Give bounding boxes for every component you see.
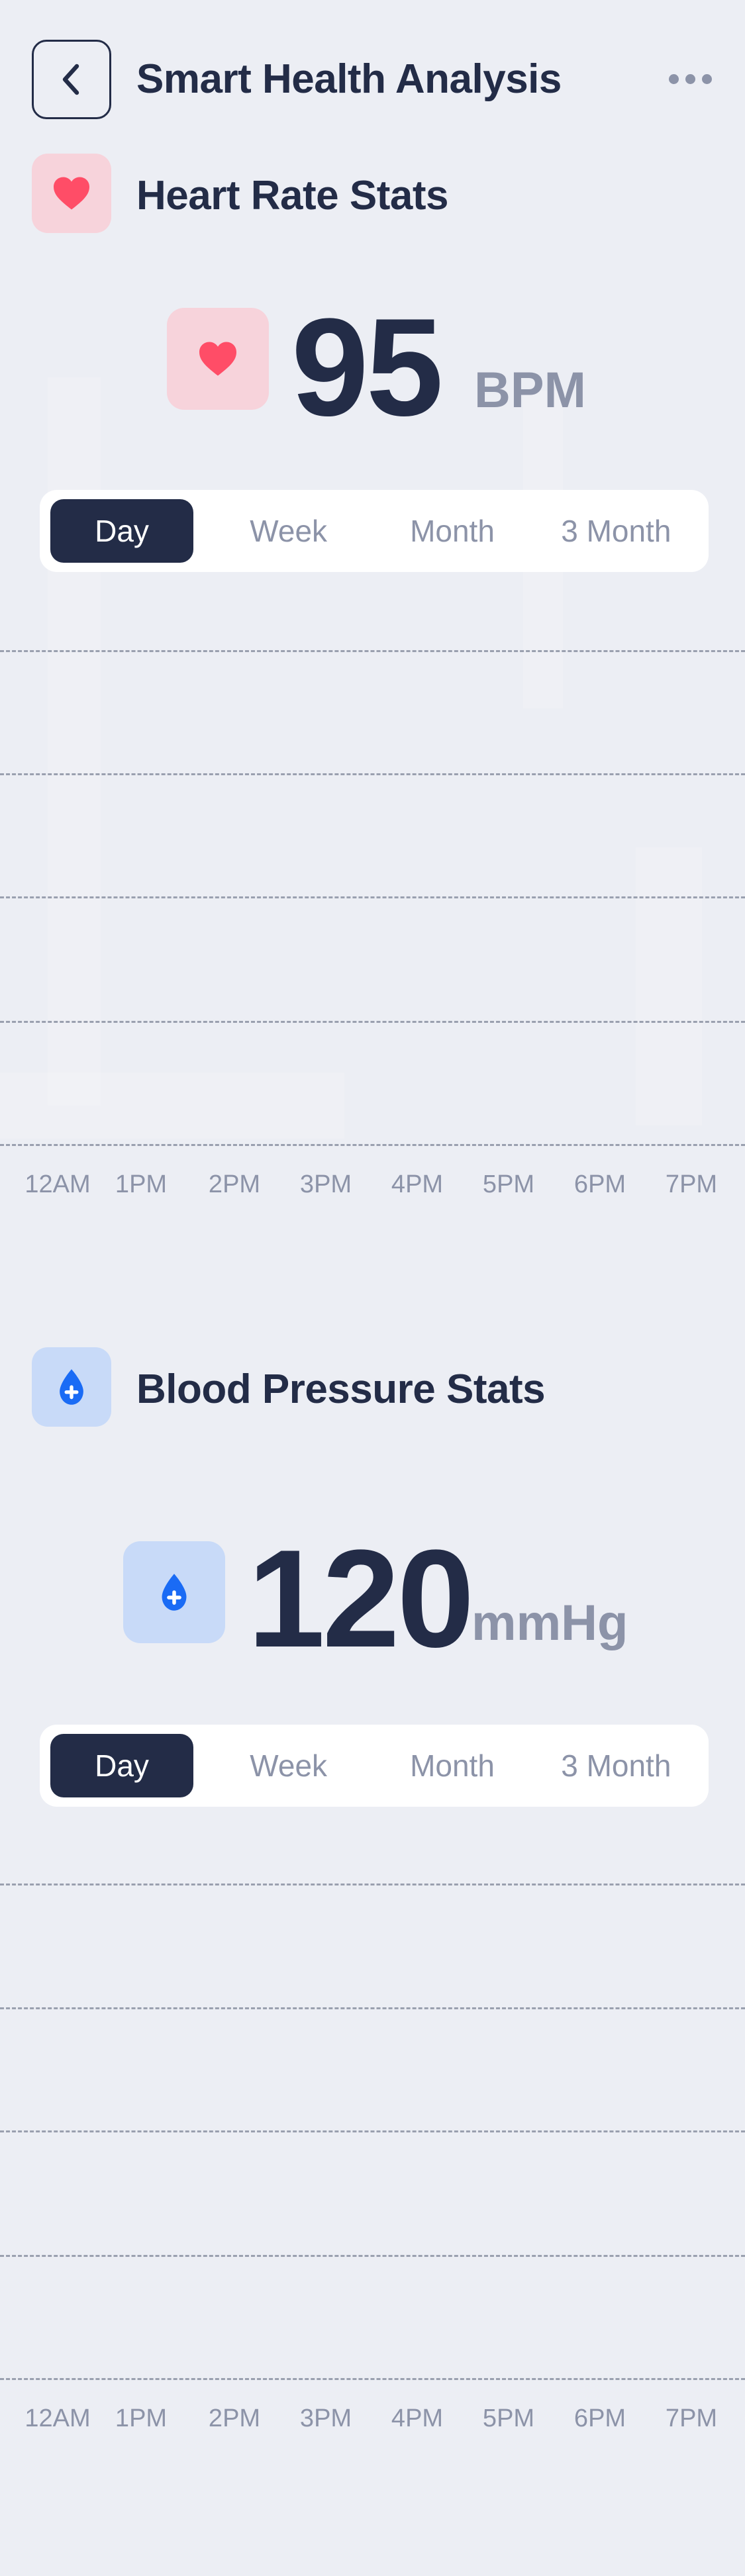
blood-drop-plus-icon [60, 1369, 83, 1405]
heart-rate-range-tabs: Day Week Month 3 Month [40, 490, 709, 572]
x-tick-label: 12AM [25, 1170, 91, 1198]
blood-pressure-value-icon [123, 1541, 225, 1643]
heart-rate-unit: BPM [474, 362, 586, 418]
blood-pressure-x-axis: 12AM 1PM 2PM 3PM 4PM 5PM 6PM 7PM [0, 2405, 745, 2438]
tab-week[interactable]: Week [207, 499, 370, 563]
x-tick-label: 2PM [208, 1170, 261, 1198]
heart-rate-section-title: Heart Rate Stats [136, 173, 448, 218]
chart-gridline [0, 1884, 745, 1885]
x-tick-label: 1PM [115, 2405, 168, 2432]
more-options-button[interactable] [669, 74, 712, 84]
x-tick-label: 4PM [391, 1170, 444, 1198]
page-title: Smart Health Analysis [136, 56, 562, 102]
chart-gridline [0, 2255, 745, 2257]
tab-day[interactable]: Day [50, 499, 193, 563]
tab-month[interactable]: Month [370, 1734, 534, 1797]
blood-pressure-section-icon [32, 1347, 111, 1427]
x-tick-label: 3PM [299, 1170, 352, 1198]
chart-gridline [0, 2130, 745, 2132]
tab-month[interactable]: Month [370, 499, 534, 563]
chart-gridline [0, 2007, 745, 2009]
blood-pressure-value: 120 [248, 1521, 474, 1676]
blood-pressure-unit: mmHg [472, 1595, 628, 1651]
tab-3-month[interactable]: 3 Month [534, 499, 698, 563]
tab-week[interactable]: Week [207, 1734, 370, 1797]
back-button[interactable] [32, 40, 111, 119]
blood-pressure-range-tabs: Day Week Month 3 Month [40, 1725, 709, 1807]
chart-gridline [0, 773, 745, 775]
heart-rate-value: 95 [291, 289, 444, 445]
heart-rate-value-icon [167, 308, 269, 410]
chart-gridline [0, 2378, 745, 2380]
x-tick-label: 7PM [665, 2405, 718, 2432]
chart-gridline [0, 896, 745, 898]
x-tick-label: 2PM [208, 2405, 261, 2432]
x-tick-label: 6PM [573, 1170, 626, 1198]
chart-gridline [0, 1021, 745, 1023]
chart-gridline [0, 650, 745, 652]
x-tick-label: 3PM [299, 2405, 352, 2432]
heart-rate-section-icon [32, 154, 111, 233]
chart-gridline [0, 1144, 745, 1146]
x-tick-label: 5PM [482, 1170, 535, 1198]
x-tick-label: 12AM [25, 2405, 91, 2432]
x-tick-label: 4PM [391, 2405, 444, 2432]
x-tick-label: 6PM [573, 2405, 626, 2432]
more-horizontal-icon [669, 74, 679, 84]
blood-pressure-section-title: Blood Pressure Stats [136, 1366, 546, 1412]
heart-icon [199, 342, 236, 376]
chevron-left-icon [62, 64, 79, 95]
tab-day[interactable]: Day [50, 1734, 193, 1797]
tab-3-month[interactable]: 3 Month [534, 1734, 698, 1797]
x-tick-label: 7PM [665, 1170, 718, 1198]
blood-drop-plus-icon [162, 1574, 187, 1611]
heart-icon [54, 177, 89, 210]
heart-rate-x-axis: 12AM 1PM 2PM 3PM 4PM 5PM 6PM 7PM [0, 1170, 745, 1204]
x-tick-label: 5PM [482, 2405, 535, 2432]
x-tick-label: 1PM [115, 1170, 168, 1198]
